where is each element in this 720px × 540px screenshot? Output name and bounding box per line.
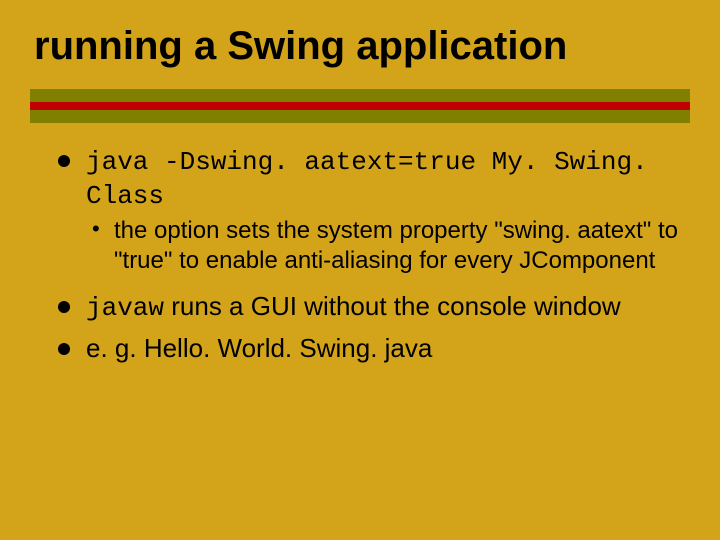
- slide: running a Swing application java -Dswing…: [0, 0, 720, 540]
- content-area: java -Dswing. aatext=true My. Swing. Cla…: [30, 145, 690, 364]
- bullet-3: e. g. Hello. World. Swing. java: [56, 333, 690, 365]
- spacer: [56, 283, 690, 291]
- slide-title: running a Swing application: [34, 24, 690, 69]
- divider-red: [30, 102, 690, 110]
- divider-bar: [30, 89, 690, 123]
- bullet-2: javaw runs a GUI without the console win…: [56, 291, 690, 325]
- bullet-2-rest: runs a GUI without the console window: [164, 291, 621, 321]
- bullet-list: java -Dswing. aatext=true My. Swing. Cla…: [56, 145, 690, 364]
- bullet-2-code: javaw: [86, 293, 164, 323]
- bullet-1: java -Dswing. aatext=true My. Swing. Cla…: [56, 145, 690, 275]
- bullet-1-code: java -Dswing. aatext=true My. Swing. Cla…: [86, 147, 648, 211]
- bullet-1-sub: the option sets the system property "swi…: [92, 216, 690, 275]
- bullet-1-sublist: the option sets the system property "swi…: [92, 216, 690, 275]
